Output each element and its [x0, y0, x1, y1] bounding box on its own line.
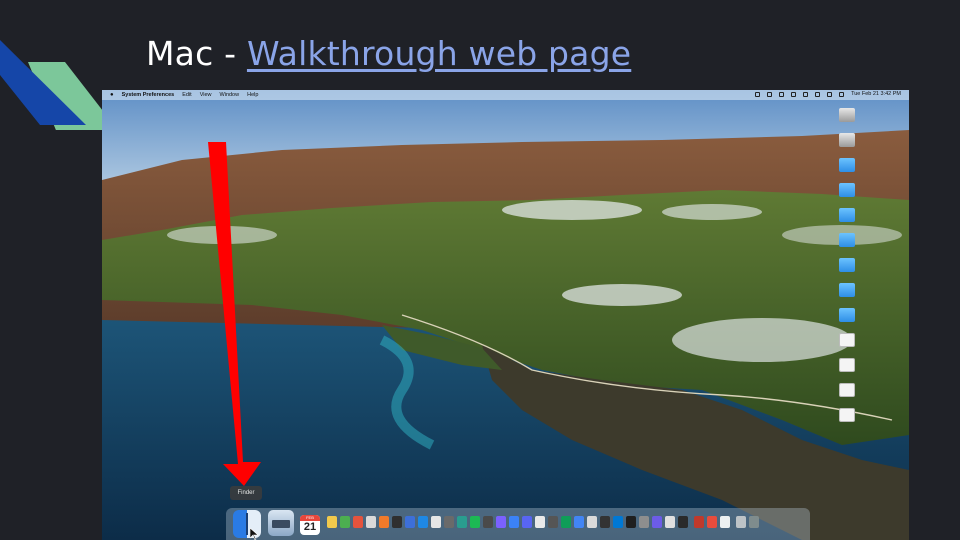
menu-help[interactable]: Help [247, 92, 258, 98]
app-menu[interactable]: System Preferences [122, 92, 175, 98]
app-icon[interactable] [665, 516, 675, 528]
battery-icon[interactable] [815, 91, 821, 97]
app-icon[interactable] [522, 516, 532, 528]
desktop-item[interactable] [839, 181, 905, 205]
desktop-item[interactable] [839, 281, 905, 305]
app-icon[interactable] [600, 516, 610, 528]
menu-view[interactable]: View [200, 92, 212, 98]
menu-clock[interactable]: Tue Feb 21 3:42 PM [851, 91, 901, 97]
search-icon[interactable] [839, 91, 845, 97]
document-icon [839, 383, 855, 397]
calendar-icon[interactable]: FEB 21 [300, 515, 320, 535]
app-icon[interactable] [639, 516, 649, 528]
walkthrough-link[interactable]: Walkthrough web page [247, 34, 631, 73]
app-icon[interactable] [548, 516, 558, 528]
menu-bar: ● System Preferences Edit View Window He… [102, 90, 909, 100]
desktop-item[interactable] [839, 406, 905, 430]
wifi-icon[interactable] [827, 91, 833, 97]
folder-icon [839, 233, 855, 247]
menu-status-area: Tue Feb 21 3:42 PM [755, 91, 901, 97]
desktop-item[interactable] [839, 331, 905, 355]
status-icon[interactable] [767, 91, 773, 97]
app-icon[interactable] [574, 516, 584, 528]
app-icon[interactable] [509, 516, 519, 528]
app-icon[interactable] [678, 516, 688, 528]
app-icon[interactable] [720, 516, 730, 528]
menu-window[interactable]: Window [220, 92, 240, 98]
app-icon[interactable] [392, 516, 402, 528]
folder-icon [839, 208, 855, 222]
app-icon[interactable] [496, 516, 506, 528]
document-icon [839, 333, 855, 347]
app-icon[interactable] [405, 516, 415, 528]
apple-menu-icon[interactable]: ● [110, 92, 114, 98]
status-icon[interactable] [779, 91, 785, 97]
folder-icon [839, 283, 855, 297]
vscode-icon[interactable] [613, 516, 623, 528]
document-icon [839, 408, 855, 422]
menu-edit[interactable]: Edit [182, 92, 191, 98]
app-icon[interactable] [366, 516, 376, 528]
title-prefix: Mac - [146, 34, 247, 73]
app-icon[interactable] [652, 516, 662, 528]
desktop-item[interactable] [839, 256, 905, 280]
desktop-item[interactable] [839, 206, 905, 230]
folder-icon [839, 158, 855, 172]
desktop-item[interactable] [839, 156, 905, 180]
red-arrow-annotation [208, 142, 261, 486]
app-icon[interactable] [379, 516, 389, 528]
app-icon[interactable] [694, 516, 704, 528]
folder-icon [839, 183, 855, 197]
desktop-item[interactable] [839, 131, 905, 155]
slide-title: Mac - Walkthrough web page [146, 34, 631, 73]
app-icon[interactable] [535, 516, 545, 528]
safari-icon[interactable] [418, 516, 428, 528]
document-icon [839, 358, 855, 372]
desktop-item[interactable] [839, 356, 905, 380]
folder-icon [839, 308, 855, 322]
corner-decoration [0, 40, 110, 130]
status-icon[interactable] [791, 91, 797, 97]
app-icon[interactable] [707, 516, 717, 528]
app-icon[interactable] [483, 516, 493, 528]
disk-icon [839, 133, 855, 147]
app-icon[interactable] [457, 516, 467, 528]
status-icon[interactable] [755, 91, 761, 97]
notes-icon[interactable] [327, 516, 337, 528]
system-preferences-icon[interactable] [268, 510, 294, 536]
finder-tooltip: Finder [230, 486, 262, 500]
app-icon[interactable] [353, 516, 363, 528]
desktop-item[interactable] [839, 306, 905, 330]
app-icon[interactable] [561, 516, 571, 528]
folder-icon[interactable] [736, 516, 746, 528]
app-icon[interactable] [444, 516, 454, 528]
desktop-item[interactable] [839, 106, 905, 130]
volume-icon[interactable] [803, 91, 809, 97]
folder-icon [839, 258, 855, 272]
app-icon[interactable] [431, 516, 441, 528]
trash-icon[interactable] [749, 516, 759, 528]
app-icon[interactable] [587, 516, 597, 528]
calendar-day: 21 [303, 521, 317, 533]
terminal-icon[interactable] [626, 516, 636, 528]
dock: FEB 21 [226, 508, 810, 540]
spotify-icon[interactable] [470, 516, 480, 528]
mouse-cursor-icon [250, 528, 258, 540]
desktop-item[interactable] [839, 231, 905, 255]
app-icon[interactable] [340, 516, 350, 528]
desktop-item[interactable] [839, 381, 905, 405]
disk-icon [839, 108, 855, 122]
